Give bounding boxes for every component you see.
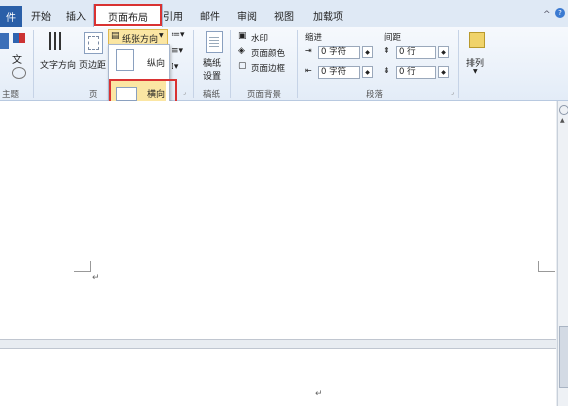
group-separator [458, 30, 459, 98]
paragraph-mark: ↵ [315, 389, 323, 399]
tab-addins[interactable]: 加载项 [313, 8, 343, 23]
margin-corner-mark [538, 261, 555, 272]
group-separator [230, 30, 231, 98]
tab-home[interactable]: 开始 [31, 8, 51, 23]
scrollbar-thumb[interactable] [559, 326, 568, 388]
spacing-before-input[interactable]: 0 行 [396, 46, 436, 59]
chevron-down-icon: ▼ [473, 68, 478, 75]
draft-paper-line2[interactable]: 设置 [203, 69, 221, 82]
page-border-icon[interactable]: ▢ [238, 61, 247, 71]
page-setup-group-label: 页 [89, 90, 98, 100]
group-separator [193, 30, 194, 98]
tab-mailings[interactable]: 邮件 [200, 8, 220, 23]
indent-label: 缩进 [305, 33, 323, 43]
dialog-launcher-icon[interactable]: ⌟ [183, 89, 186, 96]
collapse-ribbon-icon[interactable]: ^ [543, 10, 551, 20]
indent-left-icon: ⇥ [305, 46, 312, 55]
paragraph-group-label: 段落 [366, 90, 384, 100]
margins-icon[interactable] [84, 32, 103, 54]
help-icon[interactable]: ? [555, 8, 565, 18]
indent-right-spinner[interactable]: ◆ [362, 66, 373, 78]
spacing-after-input[interactable]: 0 行 [396, 66, 436, 79]
page-color-icon[interactable]: ◈ [238, 46, 245, 56]
highlight-page-layout [94, 4, 162, 26]
draft-paper-icon[interactable] [206, 31, 223, 53]
vertical-scrollbar[interactable]: ▲ [557, 101, 568, 406]
group-separator [297, 30, 298, 98]
margin-corner-mark [74, 261, 91, 272]
orientation-icon: ▤ [111, 31, 120, 41]
theme-colors-icon[interactable] [13, 33, 25, 43]
scroll-up-icon[interactable]: ▲ [560, 117, 565, 124]
arrange-icon[interactable] [469, 32, 485, 48]
tab-file-label: 件 [6, 13, 16, 24]
themes-group-label: 主题 [2, 90, 20, 100]
indent-left-input[interactable]: 0 字符 [318, 46, 360, 59]
page-background-group-label: 页面背景 [247, 90, 282, 100]
theme-effects-icon[interactable] [12, 67, 26, 79]
group-separator [33, 30, 34, 98]
portrait-icon [116, 49, 134, 71]
margins-button[interactable]: 页边距 [79, 58, 106, 71]
page-color-button[interactable]: 页面颜色 [251, 47, 285, 59]
ruler-toggle-icon[interactable] [559, 105, 568, 115]
watermark-icon[interactable]: ▣ [238, 31, 247, 41]
tab-insert[interactable]: 插入 [66, 8, 86, 23]
tab-review[interactable]: 审阅 [237, 8, 257, 23]
spacing-label: 间距 [384, 33, 402, 43]
indent-right-input[interactable]: 0 字符 [318, 66, 360, 79]
theme-fonts-icon[interactable]: 文 [12, 51, 22, 66]
columns-icon[interactable]: ≡▾ [171, 46, 183, 56]
text-direction-button[interactable]: 文字方向 [40, 58, 76, 71]
draft-paper-line1[interactable]: 稿纸 [203, 56, 221, 69]
themes-icon[interactable] [0, 33, 9, 49]
text-direction-icon[interactable] [47, 32, 65, 52]
chevron-down-icon: ▼ [159, 32, 164, 39]
portrait-option[interactable]: 纵向 [147, 56, 165, 69]
draft-paper-group-label: 稿纸 [203, 90, 221, 100]
page-border-button[interactable]: 页面边框 [251, 62, 285, 74]
breaks-icon[interactable]: ⁞▾ [171, 62, 178, 72]
indent-right-icon: ⇤ [305, 66, 312, 75]
dialog-launcher-icon[interactable]: ⌟ [451, 89, 454, 96]
tab-references[interactable]: 引用 [163, 8, 183, 23]
watermark-button[interactable]: 水印 [251, 32, 268, 44]
tab-view[interactable]: 视图 [274, 8, 294, 23]
document-page[interactable]: ↵ [0, 101, 556, 340]
spacing-after-spinner[interactable]: ◆ [438, 66, 449, 78]
size-icon[interactable]: ≔▾ [171, 30, 185, 40]
indent-left-spinner[interactable]: ◆ [362, 46, 373, 58]
spacing-before-icon: ⇞ [383, 46, 390, 55]
document-page[interactable]: ↵ [0, 348, 556, 407]
tab-file[interactable]: 件 [0, 6, 22, 27]
spacing-after-icon: ⇟ [383, 66, 390, 75]
paragraph-mark: ↵ [92, 273, 100, 283]
spacing-before-spinner[interactable]: ◆ [438, 46, 449, 58]
